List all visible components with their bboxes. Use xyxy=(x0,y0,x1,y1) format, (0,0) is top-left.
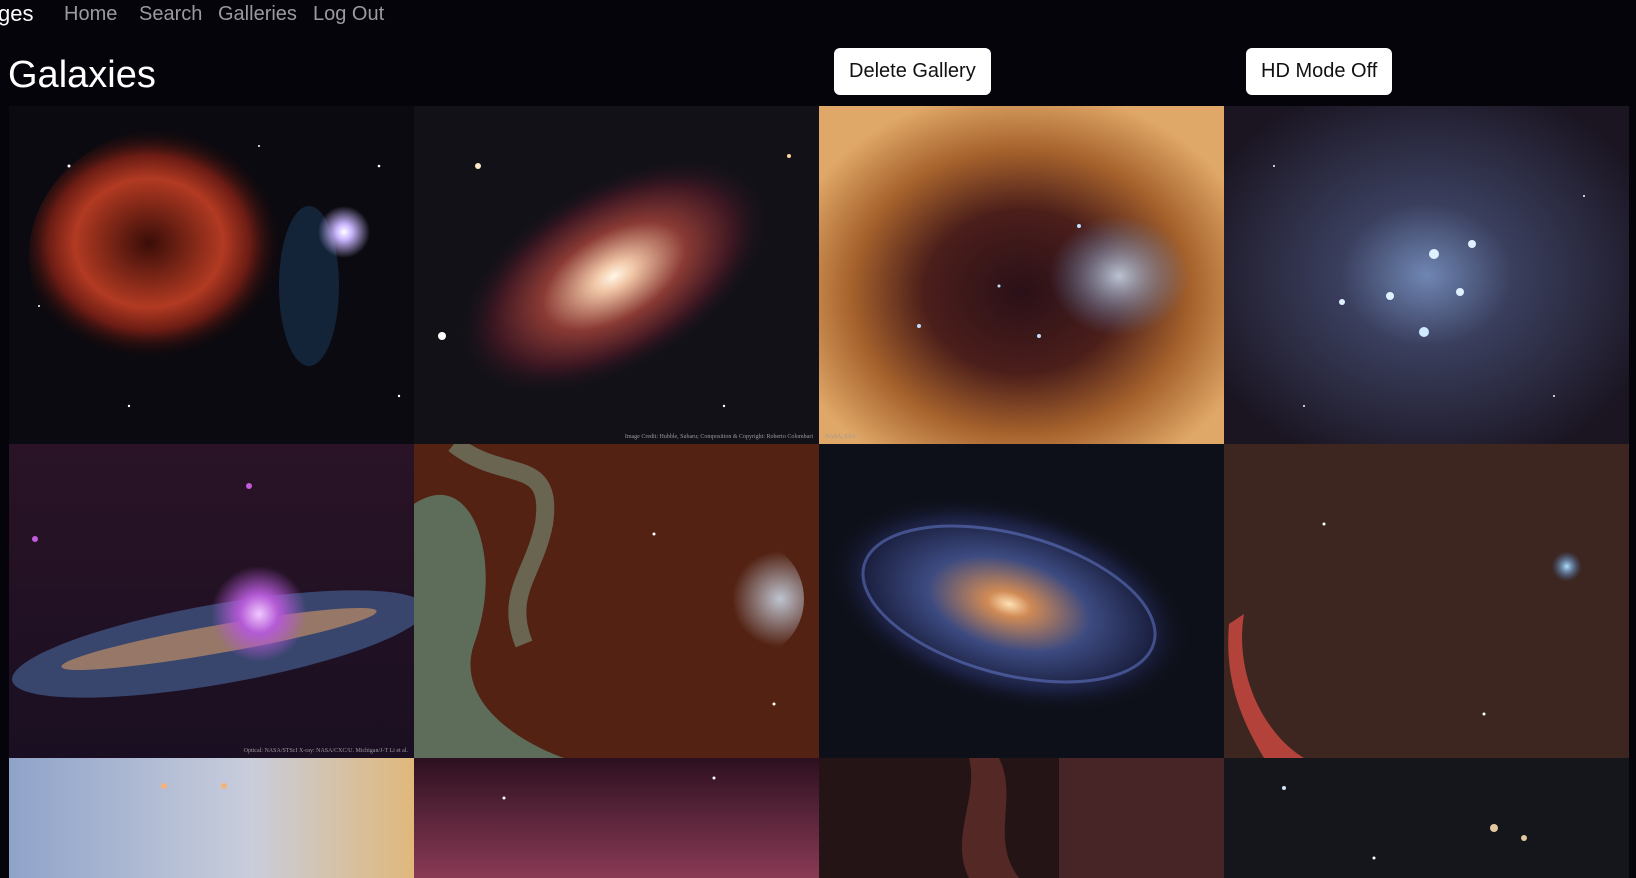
image-credit: NASA, ESA xyxy=(825,434,856,440)
brand-logo-text[interactable]: ges xyxy=(0,1,33,27)
pleiades-cluster-image xyxy=(1224,106,1629,444)
star-cluster-image xyxy=(819,106,1224,444)
bright-nebula-image xyxy=(9,758,414,878)
spiral-galaxy-image xyxy=(414,106,819,444)
gallery-image[interactable] xyxy=(9,758,414,878)
california-pleiades-image xyxy=(1224,444,1629,758)
hd-mode-toggle-button[interactable]: HD Mode Off xyxy=(1246,48,1393,95)
nebula-star-cluster-image xyxy=(414,444,819,758)
gallery-image[interactable] xyxy=(414,758,819,878)
gallery-image[interactable] xyxy=(414,444,819,758)
gallery-image[interactable]: NASA, ESA xyxy=(819,106,1224,444)
gallery-image[interactable]: Image Credit: Hubble, Subaru; Compositio… xyxy=(414,106,819,444)
gallery-image[interactable] xyxy=(819,758,1224,878)
nav-galleries-link[interactable]: Galleries xyxy=(218,3,297,26)
gallery-image[interactable] xyxy=(819,444,1224,758)
nav-home-link[interactable]: Home xyxy=(64,3,117,26)
red-nebula-image xyxy=(414,758,819,878)
gallery-image[interactable] xyxy=(1224,758,1629,878)
delete-gallery-button[interactable]: Delete Gallery xyxy=(834,48,991,95)
gallery-image[interactable]: Optical: NASA/STScI X-ray: NASA/CXC/U. M… xyxy=(9,444,414,758)
jellyfish-nebula-image xyxy=(9,106,414,444)
image-credit: Optical: NASA/STScI X-ray: NASA/CXC/U. M… xyxy=(243,748,408,754)
image-grid: Image Credit: Hubble, Subaru; Compositio… xyxy=(9,106,1629,878)
dark-dust-image xyxy=(819,758,1224,878)
gallery-image[interactable] xyxy=(9,106,414,444)
galaxy-field-image xyxy=(1224,758,1629,878)
top-navbar: ges Home Search Galleries Log Out xyxy=(0,0,1636,32)
gallery-image[interactable] xyxy=(1224,106,1629,444)
spiral-galaxy-m81-image xyxy=(819,444,1224,758)
gallery-title: Galaxies xyxy=(8,54,156,96)
image-credit: Image Credit: Hubble, Subaru; Compositio… xyxy=(624,434,813,440)
nav-logout-link[interactable]: Log Out xyxy=(313,3,384,26)
nav-search-link[interactable]: Search xyxy=(139,3,202,26)
edge-on-galaxy-image xyxy=(9,444,414,758)
gallery-image[interactable] xyxy=(1224,444,1629,758)
